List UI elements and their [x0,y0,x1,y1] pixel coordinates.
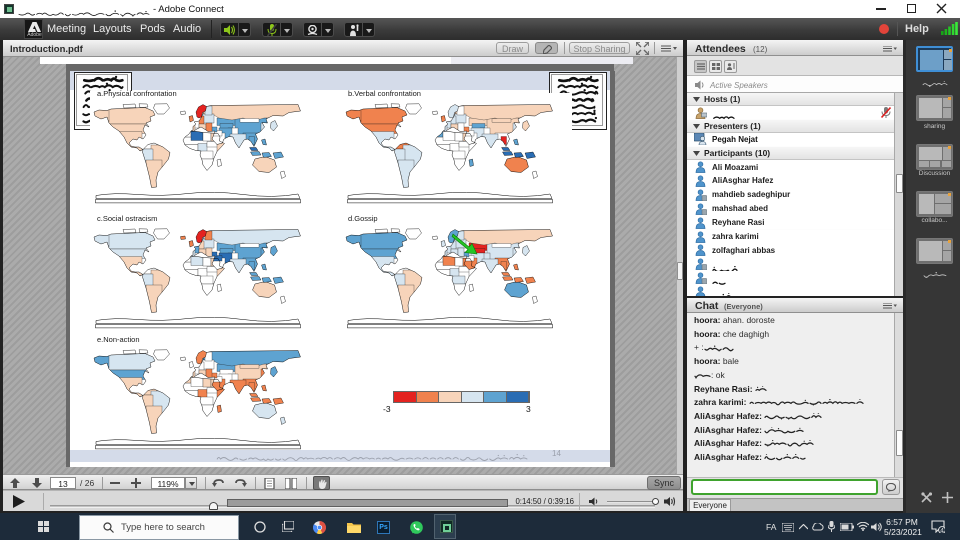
svg-text:4: 4 [940,527,944,533]
